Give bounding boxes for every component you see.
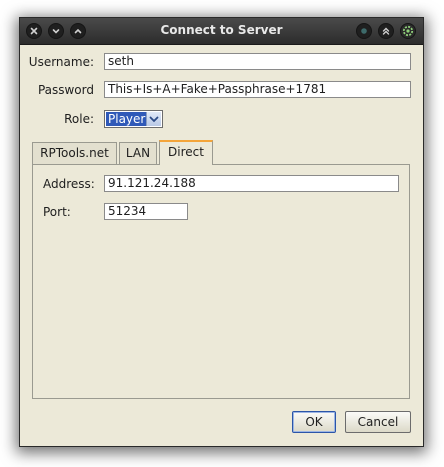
password-field[interactable]: This+Is+A+Fake+Passphrase+1781 <box>104 81 411 98</box>
ok-button[interactable]: OK <box>292 411 336 433</box>
tab-panel-direct: Address: 91.121.24.188 Port: 51234 <box>32 164 410 399</box>
username-field[interactable]: seth <box>104 53 411 70</box>
menu-dot-icon[interactable] <box>356 23 372 39</box>
role-select-value: Player <box>106 112 147 126</box>
password-label: Password <box>37 83 94 97</box>
port-field[interactable]: 51234 <box>104 203 188 220</box>
port-label: Port: <box>43 205 71 219</box>
chevron-down-icon[interactable] <box>146 112 161 126</box>
tab-direct[interactable]: Direct <box>159 140 213 165</box>
role-label: Role: <box>64 112 94 126</box>
username-label: Username: <box>28 55 94 69</box>
title-bar[interactable]: Connect to Server <box>20 18 423 45</box>
tab-rptools[interactable]: RPTools.net <box>32 142 117 164</box>
shade-up-icon[interactable] <box>378 23 394 39</box>
tab-lan[interactable]: LAN <box>119 142 157 164</box>
role-select[interactable]: Player <box>104 110 163 128</box>
address-label: Address: <box>43 177 95 191</box>
connect-dialog: Connect to Server Username: seth Passwor… <box>20 18 423 446</box>
address-field[interactable]: 91.121.24.188 <box>104 175 399 192</box>
cancel-button[interactable]: Cancel <box>345 411 411 433</box>
gear-icon[interactable] <box>400 23 416 39</box>
